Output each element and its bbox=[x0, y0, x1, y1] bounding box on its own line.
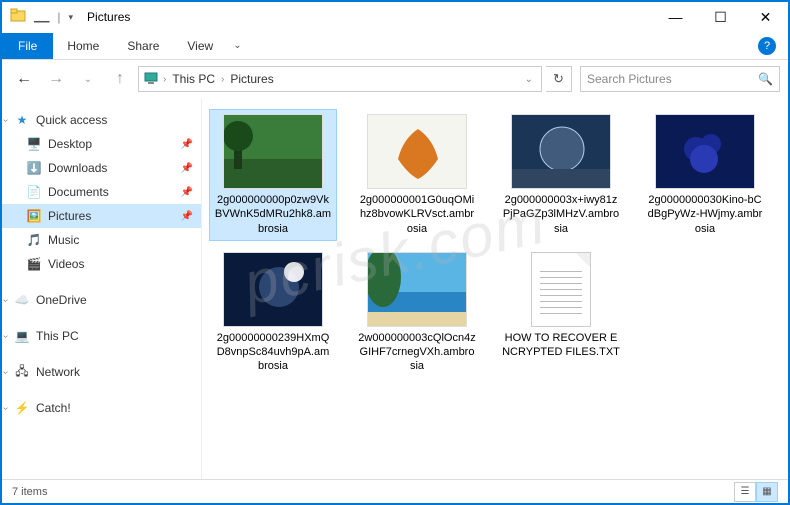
file-item[interactable]: 2g00000000239HXmQD8vnpSc84uvh9pA.ambrosi… bbox=[210, 248, 336, 378]
file-name: 2g000000003x+iwy81zPjPaGZp3lMHzV.ambrosi… bbox=[502, 193, 620, 236]
sidebar-this-pc[interactable]: 💻 This PC bbox=[2, 324, 201, 348]
breadcrumb-root[interactable]: This PC bbox=[170, 72, 217, 86]
details-view-button[interactable]: ☰ bbox=[734, 482, 756, 502]
sidebar-item-pictures[interactable]: 🖼️ Pictures 📌 bbox=[2, 204, 201, 228]
content-area[interactable]: 2g000000000p0zw9VkBVWnK5dMRu2hk8.ambrosi… bbox=[202, 98, 788, 479]
sidebar-item-label: This PC bbox=[36, 329, 79, 343]
search-placeholder: Search Pictures bbox=[587, 72, 672, 86]
address-dropdown-icon[interactable]: ⌄ bbox=[521, 74, 537, 85]
minimize-button[interactable]: — bbox=[653, 2, 698, 32]
chevron-right-icon[interactable]: › bbox=[163, 74, 166, 85]
navigation-pane: ★ Quick access 🖥️ Desktop 📌 ⬇️ Downloads 📌 📄 D… bbox=[2, 98, 202, 479]
file-name: 2g0000000030Kino-bCdBgPyWz-HWjmy.ambrosi… bbox=[646, 193, 764, 236]
title-bar: ▁▁ | ▾ Pictures — ☐ ✕ bbox=[2, 2, 788, 32]
file-item[interactable]: 2g000000003x+iwy81zPjPaGZp3lMHzV.ambrosi… bbox=[498, 110, 624, 240]
file-name: HOW TO RECOVER ENCRYPTED FILES.TXT bbox=[502, 331, 620, 360]
file-tab[interactable]: File bbox=[2, 33, 53, 59]
tab-home[interactable]: Home bbox=[53, 33, 113, 59]
search-icon: 🔍 bbox=[758, 72, 773, 86]
body-area: ★ Quick access 🖥️ Desktop 📌 ⬇️ Downloads 📌 📄 D… bbox=[2, 98, 788, 479]
pin-icon: 📌 bbox=[181, 139, 193, 150]
sidebar-item-label: Quick access bbox=[36, 113, 107, 127]
folder-icon: 🖼️ bbox=[26, 208, 42, 224]
cloud-icon: ☁️ bbox=[14, 292, 30, 308]
network-icon: 🖧 bbox=[14, 364, 30, 380]
file-item[interactable]: 2g0000000030Kino-bCdBgPyWz-HWjmy.ambrosi… bbox=[642, 110, 768, 240]
status-bar: 7 items ☰ ▦ bbox=[2, 479, 788, 503]
sidebar-item-label: Pictures bbox=[48, 209, 91, 223]
breadcrumb-folder[interactable]: Pictures bbox=[228, 72, 275, 86]
file-item[interactable]: HOW TO RECOVER ENCRYPTED FILES.TXT bbox=[498, 248, 624, 378]
thumbnails-view-button[interactable]: ▦ bbox=[756, 482, 778, 502]
pin-icon: 📌 bbox=[181, 163, 193, 174]
sidebar-item-label: Documents bbox=[48, 185, 109, 199]
thumbnail bbox=[511, 252, 611, 327]
close-button[interactable]: ✕ bbox=[743, 2, 788, 32]
file-item[interactable]: 2g000000001G0uqOMihz8bvowKLRVsct.ambrosi… bbox=[354, 110, 480, 240]
file-name: 2g000000001G0uqOMihz8bvowKLRVsct.ambrosi… bbox=[358, 193, 476, 236]
thumbnail bbox=[367, 252, 467, 327]
file-item[interactable]: 2w000000003cQlOcn4zGIHF7crnegVXh.ambrosi… bbox=[354, 248, 480, 378]
folder-icon: ⬇️ bbox=[26, 160, 42, 176]
search-input[interactable]: Search Pictures 🔍 bbox=[580, 66, 780, 92]
thumbnail bbox=[655, 114, 755, 189]
sidebar-item-label: Downloads bbox=[48, 161, 107, 175]
file-name: 2g000000000p0zw9VkBVWnK5dMRu2hk8.ambrosi… bbox=[214, 193, 332, 236]
address-bar[interactable]: › This PC › Pictures ⌄ bbox=[138, 66, 542, 92]
folder-icon: 📄 bbox=[26, 184, 42, 200]
chevron-right-icon[interactable]: › bbox=[221, 74, 224, 85]
sidebar-item-label: Desktop bbox=[48, 137, 92, 151]
thumbnail bbox=[223, 114, 323, 189]
item-count: 7 items bbox=[12, 486, 47, 498]
pin-icon: 📌 bbox=[181, 187, 193, 198]
qat-dropdown-icon[interactable]: ▾ bbox=[69, 12, 74, 23]
folder-icon bbox=[10, 7, 26, 28]
recent-locations-icon[interactable]: ⌄ bbox=[74, 65, 102, 93]
properties-icon[interactable]: ▁▁ bbox=[34, 12, 49, 23]
thumbnail bbox=[223, 252, 323, 327]
file-item[interactable]: 2g000000000p0zw9VkBVWnK5dMRu2hk8.ambrosi… bbox=[210, 110, 336, 240]
maximize-button[interactable]: ☐ bbox=[698, 2, 743, 32]
expand-ribbon-icon[interactable]: ⌄ bbox=[227, 40, 247, 51]
address-row: ← → ⌄ ↑ › This PC › Pictures ⌄ ↻ Search … bbox=[2, 60, 788, 98]
folder-icon: 🎬 bbox=[26, 256, 42, 272]
forward-button[interactable]: → bbox=[42, 65, 70, 93]
sidebar-item-music[interactable]: 🎵 Music bbox=[2, 228, 201, 252]
ribbon-tabs: File Home Share View ⌄ ? bbox=[2, 32, 788, 60]
pc-icon: 💻 bbox=[14, 328, 30, 344]
sidebar-item-label: Catch! bbox=[36, 401, 71, 415]
sidebar-onedrive[interactable]: ☁️ OneDrive bbox=[2, 288, 201, 312]
tab-view[interactable]: View bbox=[173, 33, 227, 59]
sidebar-item-documents[interactable]: 📄 Documents 📌 bbox=[2, 180, 201, 204]
refresh-button[interactable]: ↻ bbox=[546, 66, 572, 92]
sidebar-network[interactable]: 🖧 Network bbox=[2, 360, 201, 384]
thumbnail bbox=[511, 114, 611, 189]
star-icon: ★ bbox=[14, 112, 30, 128]
file-name: 2g00000000239HXmQD8vnpSc84uvh9pA.ambrosi… bbox=[214, 331, 332, 374]
sidebar-item-desktop[interactable]: 🖥️ Desktop 📌 bbox=[2, 132, 201, 156]
help-icon[interactable]: ? bbox=[758, 37, 776, 55]
sidebar-item-label: Music bbox=[48, 233, 79, 247]
file-name: 2w000000003cQlOcn4zGIHF7crnegVXh.ambrosi… bbox=[358, 331, 476, 374]
sidebar-item-downloads[interactable]: ⬇️ Downloads 📌 bbox=[2, 156, 201, 180]
window-title: Pictures bbox=[87, 10, 130, 24]
sidebar-item-label: Videos bbox=[48, 257, 84, 271]
tab-share[interactable]: Share bbox=[113, 33, 173, 59]
pc-icon bbox=[143, 70, 159, 89]
folder-icon: 🖥️ bbox=[26, 136, 42, 152]
sidebar-quick-access[interactable]: ★ Quick access bbox=[2, 108, 201, 132]
pin-icon: 📌 bbox=[181, 211, 193, 222]
folder-icon: 🎵 bbox=[26, 232, 42, 248]
text-file-icon bbox=[531, 252, 591, 327]
sidebar-item-videos[interactable]: 🎬 Videos bbox=[2, 252, 201, 276]
sidebar-item-label: Network bbox=[36, 365, 80, 379]
catch-icon: ⚡ bbox=[14, 400, 30, 416]
explorer-window: pcrisk.com ▁▁ | ▾ Pictures — ☐ ✕ File Ho… bbox=[2, 2, 788, 503]
sidebar-catch[interactable]: ⚡ Catch! bbox=[2, 396, 201, 420]
qat-divider: | bbox=[57, 10, 60, 24]
thumbnail bbox=[367, 114, 467, 189]
sidebar-item-label: OneDrive bbox=[36, 293, 87, 307]
back-button[interactable]: ← bbox=[10, 65, 38, 93]
up-button[interactable]: ↑ bbox=[106, 65, 134, 93]
